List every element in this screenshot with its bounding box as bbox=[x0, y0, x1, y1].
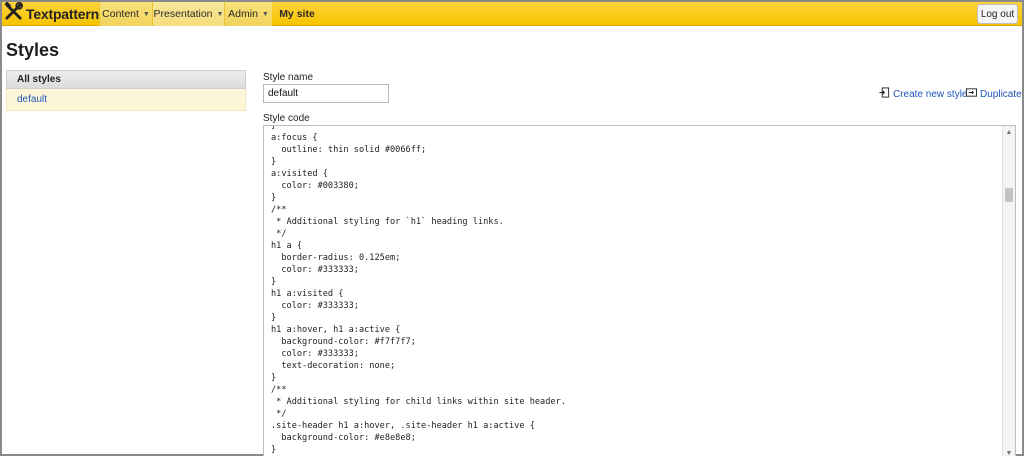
code-line: } bbox=[271, 445, 277, 455]
nav-presentation-menu[interactable]: Presentation ▼ bbox=[152, 2, 224, 26]
code-line: } bbox=[271, 313, 277, 323]
code-line: /** bbox=[271, 385, 287, 395]
create-new-icon bbox=[879, 87, 890, 101]
code-line: color: #333333; bbox=[271, 265, 359, 275]
code-line: color: #333333; bbox=[271, 349, 359, 359]
nav-admin-menu[interactable]: Admin ▼ bbox=[224, 2, 272, 26]
code-line: border-radius: 0.125em; bbox=[271, 253, 401, 263]
nav-content-menu[interactable]: Content ▼ bbox=[99, 2, 152, 26]
code-line: } bbox=[271, 193, 277, 203]
editor-scrollbar[interactable]: ▲ ▼ bbox=[1002, 126, 1015, 456]
code-line: a:focus { bbox=[271, 133, 318, 143]
code-line: } bbox=[271, 373, 277, 383]
style-name-input[interactable]: default bbox=[263, 84, 389, 103]
code-line: */ bbox=[271, 229, 287, 239]
code-line: color: #003380; bbox=[271, 181, 359, 191]
style-code-editor[interactable]: } a:focus { outline: thin solid #0066ff;}… bbox=[263, 125, 1016, 456]
create-new-style-label: Create new style bbox=[893, 88, 968, 100]
code-line: */ bbox=[271, 409, 287, 419]
brand-name: Textpattern bbox=[26, 6, 99, 22]
code-line: * Additional styling for `h1` heading li… bbox=[271, 217, 504, 227]
create-new-style-link[interactable]: Create new style bbox=[879, 87, 967, 101]
code-line: } bbox=[271, 125, 277, 131]
nav-content-label: Content bbox=[102, 8, 139, 20]
style-code-label: Style code bbox=[263, 113, 310, 124]
sidebar-item-default[interactable]: default bbox=[6, 89, 246, 111]
chevron-down-icon: ▼ bbox=[216, 10, 224, 18]
nav-my-site-link[interactable]: My site bbox=[273, 2, 321, 26]
top-navigation-bar: Textpattern Content ▼ Presentation ▼ Adm… bbox=[2, 1, 1022, 26]
code-line: background-color: #f7f7f7; bbox=[271, 337, 416, 347]
code-line: text-decoration: none; bbox=[271, 361, 396, 371]
code-line: a:visited { bbox=[271, 169, 328, 179]
code-content: } a:focus { outline: thin solid #0066ff;}… bbox=[271, 125, 999, 456]
sidebar-heading: All styles bbox=[6, 70, 246, 89]
code-line: color: #333333; bbox=[271, 301, 359, 311]
nav-presentation-label: Presentation bbox=[153, 8, 213, 20]
duplicate-link[interactable]: Duplicate bbox=[966, 87, 1022, 101]
code-line: /** bbox=[271, 205, 287, 215]
code-line: h1 a:visited { bbox=[271, 289, 344, 299]
scroll-down-icon[interactable]: ▼ bbox=[1003, 447, 1015, 456]
code-line: outline: thin solid #0066ff; bbox=[271, 145, 427, 155]
hammer-wrench-icon bbox=[4, 1, 23, 26]
scrollbar-thumb[interactable] bbox=[1005, 188, 1013, 202]
code-line: } bbox=[271, 157, 277, 167]
code-line: * Additional styling for child links wit… bbox=[271, 397, 566, 407]
page-title: Styles bbox=[6, 40, 60, 60]
chevron-down-icon: ▼ bbox=[142, 10, 150, 18]
code-line: } bbox=[271, 277, 277, 287]
code-line: h1 a { bbox=[271, 241, 303, 251]
code-line: h1 a:hover, h1 a:active { bbox=[271, 325, 401, 335]
style-name-label: Style name bbox=[263, 72, 314, 83]
scroll-up-icon[interactable]: ▲ bbox=[1003, 126, 1015, 138]
nav-admin-label: Admin bbox=[228, 8, 258, 20]
code-line: background-color: #e8e8e8; bbox=[271, 433, 416, 443]
logout-button[interactable]: Log out bbox=[977, 4, 1018, 24]
duplicate-label: Duplicate bbox=[980, 88, 1022, 100]
duplicate-icon bbox=[966, 87, 977, 101]
textpattern-logo[interactable]: Textpattern bbox=[4, 1, 99, 26]
code-line: .site-header h1 a:hover, .site-header h1… bbox=[271, 421, 535, 431]
chevron-down-icon: ▼ bbox=[261, 10, 269, 18]
